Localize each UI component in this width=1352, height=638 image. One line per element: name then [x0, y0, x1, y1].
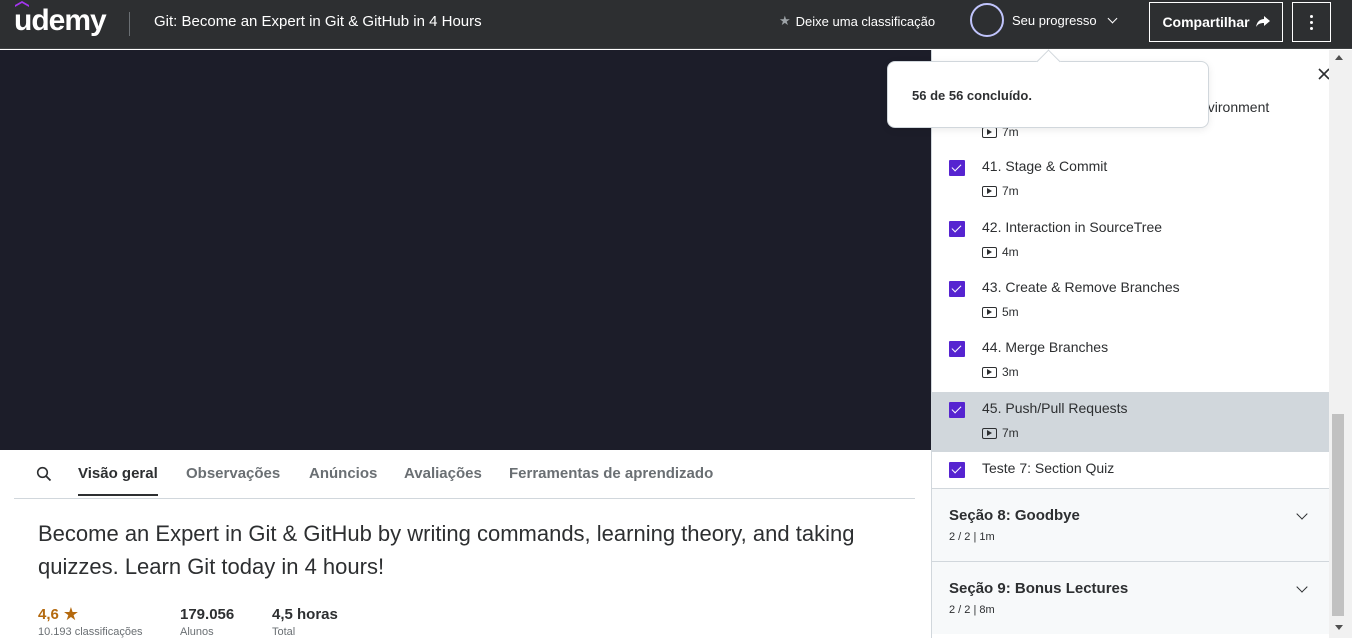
section-meta: 2 / 2 | 8m — [949, 604, 995, 616]
lecture-title: nvironment — [1200, 99, 1270, 115]
lecture-item[interactable]: 41. Stage & Commit 7m — [932, 150, 1330, 210]
lecture-duration: 7m — [982, 184, 1019, 198]
video-player[interactable] — [0, 50, 931, 450]
udemy-logo[interactable]: udemy — [14, 1, 107, 38]
dot-icon — [1310, 26, 1313, 30]
duration-text: 7m — [1002, 184, 1019, 198]
completed-checkbox[interactable] — [949, 462, 965, 478]
progress-ring-icon — [970, 3, 1004, 37]
rating-value: 4,6 — [38, 606, 59, 623]
hours-label: Total — [272, 626, 296, 638]
lecture-title: 44. Merge Branches — [982, 339, 1109, 355]
top-bar: udemy Git: Become an Expert in Git & Git… — [0, 0, 1352, 49]
course-title[interactable]: Git: Become an Expert in Git & GitHub in… — [154, 13, 482, 30]
duration-text: 3m — [1002, 365, 1019, 379]
lecture-item[interactable]: 44. Merge Branches 3m — [932, 331, 1330, 391]
progress-popover-text: 56 de 56 concluído. — [912, 88, 1032, 103]
rating-label: 10.193 classificações — [38, 626, 143, 638]
course-stats: 4,6 ★ 10.193 classificações 179.056 Alun… — [38, 604, 372, 638]
course-headline: Become an Expert in Git & GitHub by writ… — [38, 521, 855, 579]
students-value: 179.056 — [180, 606, 235, 623]
course-tabs: Visão geral Observações Anúncios Avaliaç… — [14, 450, 915, 499]
section-meta: 2 / 2 | 1m — [949, 531, 995, 543]
chevron-down-icon — [1296, 508, 1308, 520]
completed-checkbox[interactable] — [949, 281, 965, 297]
lecture-duration: 7m — [982, 426, 1019, 440]
students-stat: 179.056 Alunos — [180, 606, 272, 638]
duration-text: 7m — [1002, 426, 1019, 440]
completed-checkbox[interactable] — [949, 341, 965, 357]
dot-icon — [1310, 20, 1313, 24]
students-label: Alunos — [180, 626, 214, 638]
video-icon — [982, 246, 997, 258]
more-options-button[interactable] — [1292, 2, 1331, 42]
completed-checkbox[interactable] — [949, 402, 965, 418]
share-arrow-icon — [1255, 16, 1270, 27]
section-header[interactable]: Seção 8: Goodbye 2 / 2 | 1m — [932, 488, 1330, 561]
section-title: Seção 8: Goodbye — [949, 507, 1080, 524]
dot-icon — [1310, 14, 1313, 18]
leave-rating-label: Deixe uma classificação — [795, 13, 936, 29]
lecture-title: 45. Push/Pull Requests — [982, 400, 1128, 416]
lecture-duration: 5m — [982, 305, 1019, 319]
quiz-title: Teste 7: Section Quiz — [982, 460, 1115, 476]
lecture-title: 43. Create & Remove Branches — [982, 279, 1180, 295]
leave-rating-button[interactable]: ★ Deixe uma classificação — [779, 13, 935, 29]
header-divider — [129, 12, 130, 36]
logo-hat-icon — [15, 1, 29, 7]
tab-learning-tools[interactable]: Ferramentas de aprendizado — [509, 465, 713, 482]
video-icon — [982, 366, 997, 378]
section-header[interactable]: Seção 9: Bonus Lectures 2 / 2 | 8m — [932, 561, 1330, 634]
share-label: Compartilhar — [1162, 14, 1250, 30]
video-icon — [982, 185, 997, 197]
lecture-item[interactable]: 42. Interaction in SourceTree 4m — [932, 211, 1330, 271]
star-icon: ★ — [62, 604, 79, 624]
search-icon[interactable] — [36, 466, 52, 482]
tab-notes[interactable]: Observações — [186, 465, 280, 482]
video-icon — [982, 306, 997, 318]
course-content-sidebar: nvironment 7m 41. Stage & Commit 7m 42. … — [931, 50, 1352, 638]
tab-reviews[interactable]: Avaliações — [404, 465, 482, 482]
star-icon: ★ — [779, 13, 791, 28]
completed-checkbox[interactable] — [949, 160, 965, 176]
scroll-down-arrow-icon[interactable] — [1335, 625, 1343, 630]
duration-text: 5m — [1002, 305, 1019, 319]
tab-overview[interactable]: Visão geral — [78, 465, 158, 496]
progress-popover: 56 de 56 concluído. — [887, 61, 1209, 128]
share-button[interactable]: Compartilhar — [1149, 2, 1283, 42]
hours-value: 4,5 horas — [272, 606, 338, 623]
scrollbar-thumb[interactable] — [1332, 414, 1344, 616]
duration-text: 4m — [1002, 245, 1019, 259]
chevron-down-icon — [1296, 581, 1308, 593]
progress-button[interactable]: Seu progresso — [970, 3, 1118, 37]
chevron-down-icon — [1107, 13, 1118, 23]
scroll-up-arrow-icon[interactable] — [1335, 55, 1343, 60]
lecture-item[interactable]: 43. Create & Remove Branches 5m — [932, 271, 1330, 331]
lecture-duration: 3m — [982, 365, 1019, 379]
video-icon — [982, 126, 997, 138]
section-title: Seção 9: Bonus Lectures — [949, 580, 1129, 597]
video-icon — [982, 427, 997, 439]
lecture-duration: 4m — [982, 245, 1019, 259]
lecture-title: 42. Interaction in SourceTree — [982, 219, 1163, 235]
hours-stat: 4,5 horas Total — [272, 606, 372, 638]
rating-stat: 4,6 ★ 10.193 classificações — [38, 604, 180, 638]
quiz-item[interactable]: Teste 7: Section Quiz — [932, 452, 1330, 488]
completed-checkbox[interactable] — [949, 221, 965, 237]
lecture-title: 41. Stage & Commit — [982, 158, 1108, 174]
lecture-item-current[interactable]: 45. Push/Pull Requests 7m — [932, 392, 1330, 452]
progress-label: Seu progresso — [1012, 12, 1097, 28]
tab-announcements[interactable]: Anúncios — [309, 465, 377, 482]
